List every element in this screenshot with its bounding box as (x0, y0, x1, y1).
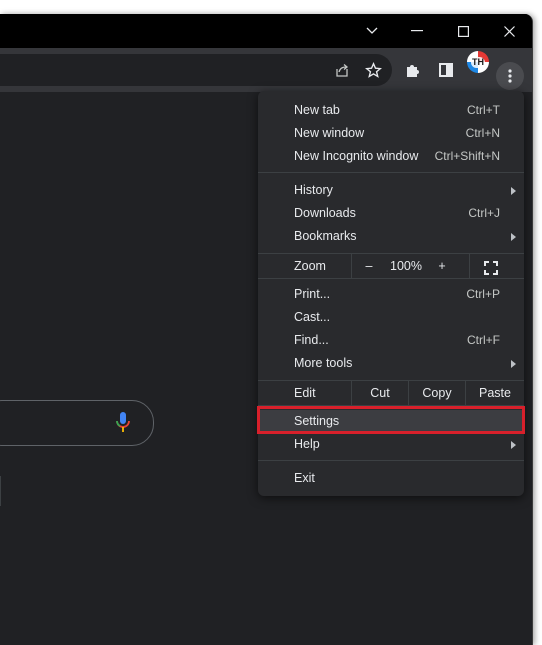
copy-button[interactable]: Copy (409, 381, 465, 405)
menu-item-cast[interactable]: Cast... (258, 306, 524, 329)
menu-separator (258, 172, 524, 173)
menu-item-more-tools[interactable]: More tools (258, 352, 524, 375)
menu-item-find[interactable]: Find... Ctrl+F (258, 329, 524, 352)
minimize-icon (411, 30, 423, 32)
share-icon (336, 64, 349, 77)
microphone-icon[interactable] (114, 411, 132, 433)
bookmark-star-button[interactable] (361, 58, 385, 82)
zoom-out-button[interactable]: – (358, 254, 380, 278)
submenu-arrow-icon (511, 233, 516, 241)
fullscreen-icon (484, 261, 498, 275)
submenu-arrow-icon (511, 360, 516, 368)
zoom-divider (469, 254, 470, 278)
page-divider (0, 476, 1, 506)
more-menu-icon (508, 69, 512, 83)
paste-button[interactable]: Paste (466, 381, 524, 405)
tab-search-button[interactable] (349, 14, 395, 48)
submenu-arrow-icon (511, 187, 516, 195)
extensions-icon (407, 65, 419, 77)
zoom-row: Zoom – 100% + (258, 254, 524, 278)
extensions-button[interactable] (401, 58, 425, 82)
menu-item-exit[interactable]: Exit (258, 467, 524, 490)
zoom-in-button[interactable]: + (431, 254, 453, 278)
edit-row: Edit Cut Copy Paste (258, 381, 524, 405)
title-bar (0, 14, 532, 48)
menu-item-new-window[interactable]: New window Ctrl+N (258, 122, 524, 145)
fullscreen-button[interactable] (484, 259, 498, 275)
maximize-icon (457, 25, 469, 37)
zoom-divider (351, 254, 352, 278)
menu-item-new-incognito-window[interactable]: New Incognito window Ctrl+Shift+N (258, 145, 524, 168)
more-menu-button[interactable] (496, 62, 524, 90)
maximize-button[interactable] (440, 14, 486, 48)
menu-item-bookmarks[interactable]: Bookmarks (258, 225, 524, 248)
side-panel-icon (439, 63, 453, 77)
share-button[interactable] (330, 58, 354, 82)
chevron-down-icon (366, 27, 378, 34)
zoom-level: 100% (390, 259, 422, 273)
menu-item-help[interactable]: Help (258, 433, 524, 456)
minimize-button[interactable] (394, 14, 440, 48)
side-panel-button[interactable] (434, 58, 458, 82)
menu-item-print[interactable]: Print... Ctrl+P (258, 283, 524, 306)
settings-highlight-box (257, 406, 525, 434)
chrome-main-menu: New tab Ctrl+T New window Ctrl+N New Inc… (258, 91, 524, 496)
close-button[interactable] (486, 14, 532, 48)
profile-avatar[interactable]: TH (467, 51, 489, 73)
menu-item-new-tab[interactable]: New tab Ctrl+T (258, 99, 524, 122)
menu-separator (258, 278, 524, 279)
zoom-label: Zoom (294, 259, 326, 273)
menu-item-history[interactable]: History (258, 179, 524, 202)
menu-item-downloads[interactable]: Downloads Ctrl+J (258, 202, 524, 225)
menu-separator (258, 460, 524, 461)
edit-label: Edit (294, 386, 316, 400)
bookmark-star-icon (364, 61, 382, 78)
submenu-arrow-icon (511, 441, 516, 449)
close-icon (503, 25, 515, 37)
cut-button[interactable]: Cut (352, 381, 408, 405)
